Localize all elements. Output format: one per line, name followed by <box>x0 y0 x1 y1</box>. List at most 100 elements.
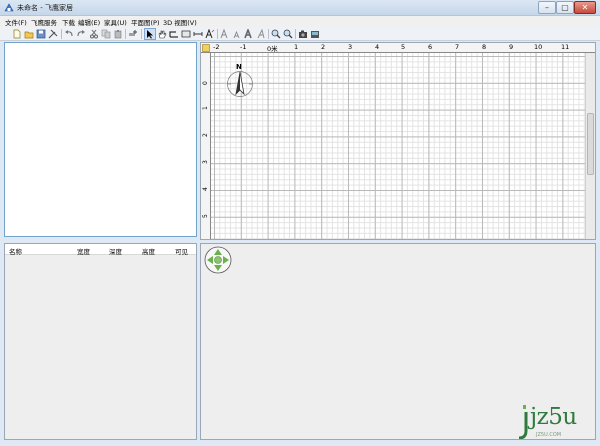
ruler-label: 7 <box>455 43 460 51</box>
open-file-button[interactable] <box>24 29 34 39</box>
plan-view[interactable]: -2 -1 0米 1 2 3 4 5 6 7 8 9 10 11 0米 1 2 … <box>200 42 596 240</box>
horizontal-ruler: -2 -1 0米 1 2 3 4 5 6 7 8 9 10 11 <box>201 43 595 53</box>
furniture-catalog-pane[interactable] <box>4 42 197 237</box>
column-depth[interactable]: 深度 <box>109 246 122 256</box>
bold-text-icon <box>244 29 252 39</box>
toolbar-separator <box>295 29 296 39</box>
compass-rose[interactable]: N <box>226 63 254 98</box>
decrease-text-icon <box>233 30 240 39</box>
ruler-label: 1 <box>202 106 209 110</box>
video-icon <box>311 31 319 38</box>
menu-service[interactable]: 飞鹰服务 <box>31 17 57 27</box>
bold-text-button[interactable] <box>244 29 254 39</box>
title-bar: 未命名 - 飞鹰家居 – ▢ ✕ <box>0 0 600 16</box>
menu-bar: 文件(F) 飞鹰服务 下载 编辑(E) 家具(U) 平面图(P) 3D 视图(V… <box>0 16 600 27</box>
ruler-label: 6 <box>428 43 433 51</box>
toolbar-separator <box>61 29 62 39</box>
column-name[interactable]: 名称 <box>9 246 22 256</box>
ruler-label: -1 <box>240 43 247 51</box>
increase-text-icon <box>220 29 228 39</box>
close-button[interactable]: ✕ <box>574 1 596 14</box>
furniture-list-header: 名称 宽度 深度 高度 可见 <box>5 244 196 256</box>
create-walls-button[interactable] <box>169 29 179 39</box>
watermark-text: jz5u <box>530 404 577 430</box>
column-visible[interactable]: 可见 <box>175 246 188 256</box>
text-icon <box>205 29 215 39</box>
zoom-in-icon <box>271 29 281 39</box>
ruler-label: 11 <box>561 43 570 51</box>
new-file-icon <box>13 29 21 39</box>
zoom-out-button[interactable] <box>283 29 293 39</box>
furniture-list-pane[interactable]: 名称 宽度 深度 高度 可见 <box>4 243 197 440</box>
ruler-label: 4 <box>375 43 380 51</box>
ruler-corner-icon <box>202 44 210 52</box>
app-icon <box>4 3 14 12</box>
increase-text-button[interactable] <box>220 29 230 39</box>
select-mode-button[interactable] <box>144 28 156 40</box>
arrow-pointer-icon <box>147 30 153 39</box>
ruler-label: 6 <box>202 239 209 240</box>
close-icon: ✕ <box>581 3 589 12</box>
toolbar-separator <box>268 29 269 39</box>
ruler-label: 8 <box>482 43 487 51</box>
toolbar <box>0 27 600 41</box>
plan-vertical-scrollbar[interactable] <box>585 53 595 239</box>
ruler-label: 10 <box>534 43 543 51</box>
column-width[interactable]: 宽度 <box>77 246 90 256</box>
watermark-subtext: JZ5U.COM <box>536 432 562 438</box>
create-photo-button[interactable] <box>298 29 308 39</box>
minimize-icon: – <box>545 3 549 12</box>
center-icon[interactable] <box>214 256 222 264</box>
menu-download[interactable]: 下载 <box>62 17 75 27</box>
window-title: 未命名 - 飞鹰家居 <box>17 4 73 12</box>
tools-icon <box>48 29 58 39</box>
scrollbar-thumb[interactable] <box>587 113 594 175</box>
italic-text-icon <box>257 29 265 39</box>
column-height[interactable]: 高度 <box>142 246 155 256</box>
toolbar-separator <box>217 29 218 39</box>
italic-text-button[interactable] <box>256 29 266 39</box>
redo-button[interactable] <box>76 29 86 39</box>
copy-button[interactable] <box>101 29 111 39</box>
menu-3d-view[interactable]: 3D 视图(V) <box>163 17 197 27</box>
undo-button[interactable] <box>64 29 74 39</box>
add-furniture-icon <box>129 30 137 36</box>
menu-edit[interactable]: 编辑(E) <box>78 17 100 27</box>
create-dimensions-button[interactable] <box>193 29 203 39</box>
paste-icon <box>114 30 122 39</box>
watermark-j-icon <box>518 405 528 439</box>
save-button[interactable] <box>36 29 46 39</box>
menu-plan[interactable]: 平面图(P) <box>131 17 160 27</box>
scissors-icon <box>90 29 98 39</box>
zoom-out-icon <box>283 29 293 39</box>
toolbar-separator <box>141 29 142 39</box>
cut-button[interactable] <box>89 29 99 39</box>
3d-navigation-control[interactable] <box>204 246 232 274</box>
toolbar-separator <box>125 29 126 39</box>
new-file-button[interactable] <box>12 29 22 39</box>
save-icon <box>36 29 46 39</box>
add-text-button[interactable] <box>205 29 215 39</box>
paste-button[interactable] <box>113 29 123 39</box>
add-furniture-button[interactable] <box>128 29 138 39</box>
create-video-button[interactable] <box>310 29 320 39</box>
preferences-button[interactable] <box>48 29 58 39</box>
maximize-icon: ▢ <box>561 3 569 12</box>
pan-mode-button[interactable] <box>157 29 167 39</box>
room-icon <box>181 30 191 38</box>
maximize-button[interactable]: ▢ <box>556 1 574 14</box>
compass-icon <box>227 71 253 97</box>
ruler-label: 4 <box>202 187 209 191</box>
ruler-label: 2 <box>202 133 209 137</box>
zoom-in-button[interactable] <box>271 29 281 39</box>
undo-icon <box>65 30 73 37</box>
menu-furniture[interactable]: 家具(U) <box>104 17 127 27</box>
plan-grid[interactable] <box>211 53 587 239</box>
decrease-text-button[interactable] <box>232 29 242 39</box>
ruler-label: -2 <box>213 43 220 51</box>
dimension-icon <box>193 32 203 36</box>
create-rooms-button[interactable] <box>181 29 191 39</box>
minimize-button[interactable]: – <box>538 1 556 14</box>
ruler-label: 2 <box>321 43 326 51</box>
menu-file[interactable]: 文件(F) <box>5 17 27 27</box>
